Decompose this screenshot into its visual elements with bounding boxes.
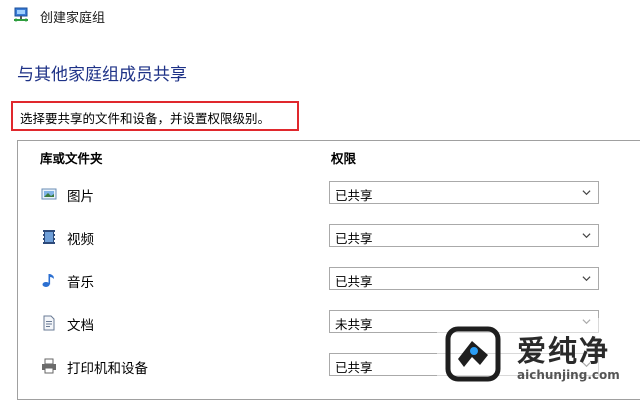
row-label-documents: 文档 [67, 318, 94, 334]
permission-value: 已共享 [335, 188, 373, 203]
instruction-text: 选择要共享的文件和设备，并设置权限级别。 [20, 111, 271, 126]
column-header-permission: 权限 [331, 151, 357, 166]
permission-value: 已共享 [335, 360, 373, 375]
pictures-icon [41, 188, 57, 200]
permission-value: 已共享 [335, 231, 373, 246]
row-label-printers-devices: 打印机和设备 [67, 361, 148, 377]
permission-value: 未共享 [335, 317, 373, 332]
title-bar: 创建家庭组 [0, 0, 640, 32]
videos-icon [43, 230, 55, 244]
row-label-pictures: 图片 [67, 189, 94, 205]
row-label-videos: 视频 [67, 232, 94, 248]
music-icon [42, 274, 54, 287]
page-heading: 与其他家庭组成员共享 [17, 65, 187, 85]
column-header-library: 库或文件夹 [40, 151, 103, 166]
permission-value: 已共享 [335, 274, 373, 289]
window-title: 创建家庭组 [40, 11, 106, 26]
watermark-brand: 爱纯净 [517, 334, 611, 368]
watermark: 爱纯净 aichunjing.com [437, 318, 640, 388]
row-label-music: 音乐 [67, 275, 94, 291]
homegroup-network-icon [14, 7, 28, 22]
watermark-url: aichunjing.com [517, 368, 620, 382]
permission-select-music[interactable]: 已共享 [329, 267, 599, 290]
instruction-highlight: 选择要共享的文件和设备，并设置权限级别。 [11, 101, 299, 131]
chevron-down-icon [582, 276, 591, 282]
chevron-down-icon [582, 190, 591, 196]
chevron-down-icon [582, 233, 591, 239]
documents-icon [43, 315, 55, 331]
permission-select-pictures[interactable]: 已共享 [329, 181, 599, 204]
permission-select-videos[interactable]: 已共享 [329, 224, 599, 247]
watermark-logo-icon [445, 326, 501, 382]
printer-icon [42, 358, 56, 374]
